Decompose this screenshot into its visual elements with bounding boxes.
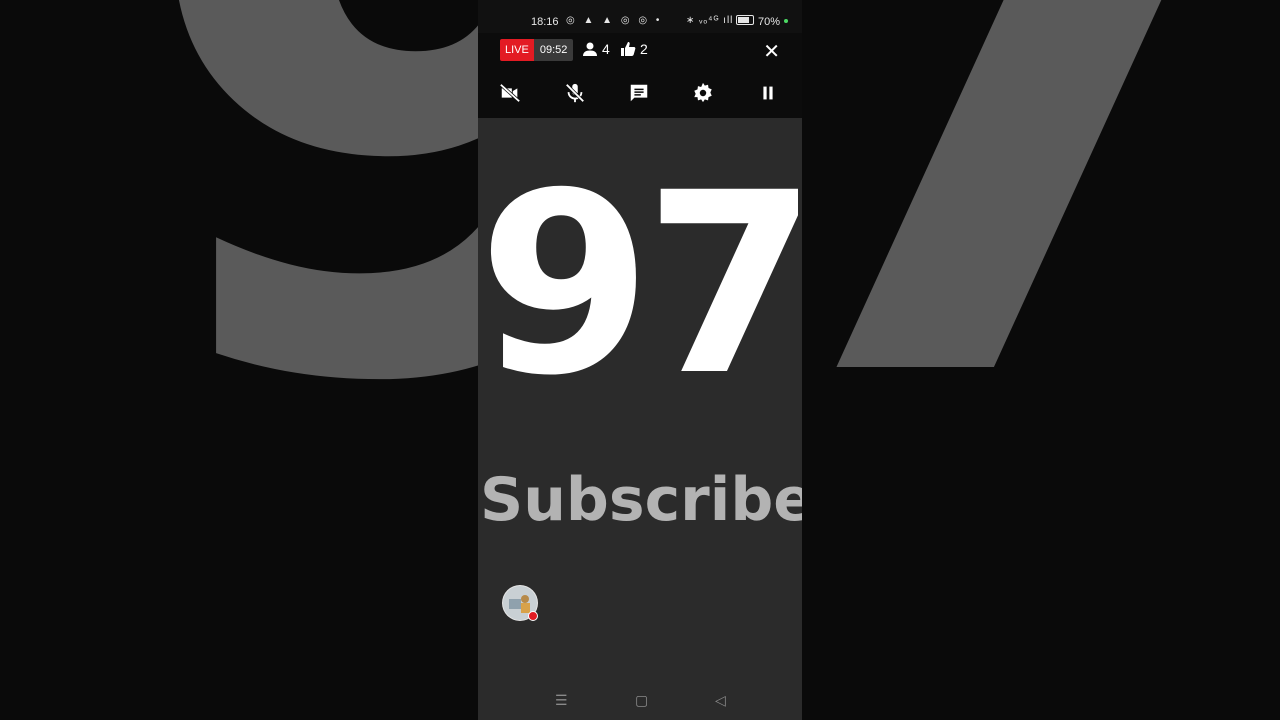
close-button[interactable]: ✕ (763, 39, 780, 64)
chat-button[interactable] (627, 81, 651, 105)
live-bar: LIVE 09:52 4 2 ✕ (478, 33, 802, 68)
camera-off-icon (499, 83, 521, 103)
subscriber-count: 97 (478, 139, 802, 430)
like-count: 2 (620, 41, 648, 57)
privacy-dot-icon (784, 19, 788, 23)
system-nav-bar: ☰ ▢ ◁ (478, 678, 802, 720)
avatar[interactable] (502, 585, 538, 621)
mic-off-icon (565, 83, 585, 103)
subscribers-label: Subscribers (480, 465, 802, 535)
camera-toggle-button[interactable] (498, 81, 522, 105)
like-count-value: 2 (640, 41, 648, 57)
close-icon: ✕ (763, 41, 780, 63)
stream-toolbar (478, 68, 802, 118)
viewer-count-value: 4 (602, 41, 610, 57)
pause-icon (763, 86, 773, 100)
viewer-count: 4 (582, 41, 610, 57)
battery-icon (736, 15, 754, 25)
pause-button[interactable] (756, 81, 780, 105)
status-bar: 18:16 ◎ ▲ ▲ ◎ ◎ • ∗ ᵥₒ⁴ᴳ ıll 70% (478, 0, 802, 33)
mic-toggle-button[interactable] (563, 81, 587, 105)
live-timer: 09:52 (533, 39, 574, 61)
signal-icons: ∗ ᵥₒ⁴ᴳ ıll (686, 15, 734, 26)
settings-button[interactable] (691, 81, 715, 105)
phone-screen: 18:16 ◎ ▲ ▲ ◎ ◎ • ∗ ᵥₒ⁴ᴳ ıll 70% LIVE 09… (478, 0, 802, 720)
home-button[interactable]: ▢ (635, 692, 648, 709)
gear-icon (694, 82, 712, 103)
thumbs-up-icon (621, 42, 636, 56)
notification-icons: ◎ ▲ ▲ ◎ ◎ • (566, 15, 663, 26)
recent-apps-button[interactable]: ☰ (555, 692, 568, 709)
chat-icon (630, 84, 648, 102)
status-time: 18:16 (531, 16, 559, 28)
viewer-icon (583, 42, 597, 56)
live-indicator-icon (528, 611, 538, 621)
live-badge: LIVE 09:52 (500, 39, 574, 61)
battery-percent: 70% (758, 16, 781, 28)
back-button[interactable]: ◁ (715, 692, 726, 709)
live-label: LIVE (500, 39, 534, 61)
